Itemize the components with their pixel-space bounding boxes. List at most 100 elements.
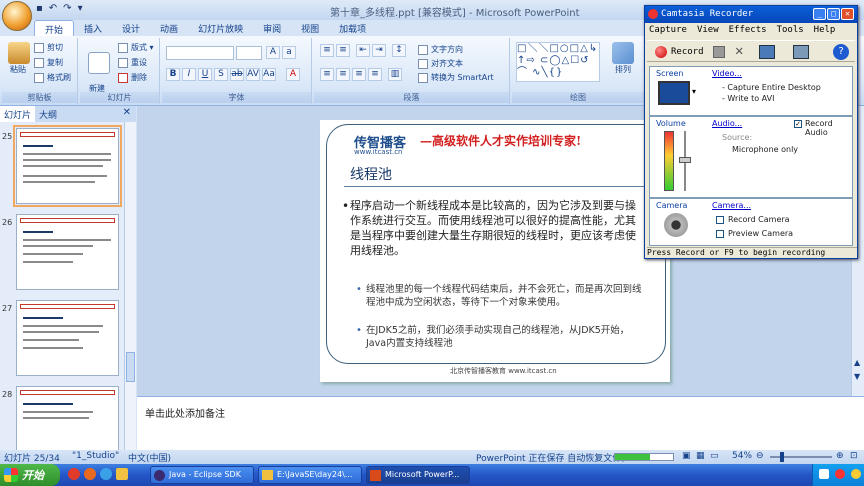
arrange-button[interactable]: 排列 xyxy=(612,42,634,75)
tray-icon[interactable] xyxy=(851,469,861,479)
tab-slideshow[interactable]: 幻灯片放映 xyxy=(188,20,253,36)
italic-button[interactable]: I xyxy=(182,68,196,81)
slideshow-view-icon[interactable]: ▭ xyxy=(710,451,719,461)
font-name-select[interactable] xyxy=(166,46,234,60)
delete-slide-button[interactable]: 删除 xyxy=(118,72,147,83)
screen-select-icon[interactable] xyxy=(759,45,775,59)
menu-capture[interactable]: Capture xyxy=(649,25,687,35)
tab-slides[interactable]: 幻灯片 xyxy=(0,106,36,122)
record-audio-checkbox[interactable]: ✓ xyxy=(794,120,802,128)
zoom-level[interactable]: 54% xyxy=(732,451,752,461)
taskbar-item-powerpoint[interactable]: Microsoft PowerP... xyxy=(366,466,470,484)
grow-font-button[interactable]: A xyxy=(266,46,280,59)
font-color-button[interactable]: A xyxy=(286,68,300,81)
record-camera-checkbox[interactable] xyxy=(716,216,724,224)
align-left-button[interactable]: ≡ xyxy=(320,68,334,81)
tab-design[interactable]: 设计 xyxy=(112,20,150,36)
help-icon[interactable]: ? xyxy=(833,44,849,60)
preview-camera-checkbox[interactable] xyxy=(716,230,724,238)
tab-review[interactable]: 审阅 xyxy=(253,20,291,36)
shadow-button[interactable]: S xyxy=(214,68,228,81)
quicklaunch-icon[interactable] xyxy=(84,468,96,480)
align-right-button[interactable]: ≡ xyxy=(352,68,366,81)
start-button[interactable]: 开始 xyxy=(0,464,60,486)
prev-slide-icon[interactable]: ▲ xyxy=(854,358,860,367)
menu-help[interactable]: Help xyxy=(814,25,836,35)
sub-bullet-text[interactable]: 在JDK5之前，我们必须手动实现自己的线程池，从JDK5开始，Java内置支持线… xyxy=(366,324,648,350)
camera-settings-link[interactable]: Camera... xyxy=(712,201,751,210)
qat-dropdown-icon[interactable]: ▾ xyxy=(78,3,83,17)
taskbar-item-explorer[interactable]: E:\JavaSE\day24\... xyxy=(258,466,362,484)
slide-thumbnail-26[interactable] xyxy=(16,214,119,290)
underline-button[interactable]: U xyxy=(198,68,212,81)
monitor-icon[interactable] xyxy=(658,81,690,105)
close-panel-icon[interactable]: ✕ xyxy=(123,107,131,118)
menu-effects[interactable]: Effects xyxy=(729,25,767,35)
video-settings-link[interactable]: Video... xyxy=(712,69,742,78)
tab-insert[interactable]: 插入 xyxy=(74,20,112,36)
tray-icon[interactable] xyxy=(819,469,829,479)
paste-button[interactable]: 粘贴 xyxy=(6,42,30,75)
increase-indent-button[interactable]: ⇥ xyxy=(372,44,386,57)
font-size-select[interactable] xyxy=(236,46,262,60)
record-icon[interactable] xyxy=(655,46,667,58)
tab-outline[interactable]: 大纲 xyxy=(35,106,61,122)
quicklaunch-icon[interactable] xyxy=(68,468,80,480)
sub-bullet-text[interactable]: 线程池里的每一个线程代码结束后，并不会死亡，而是再次回到线程池中成为空闲状态，等… xyxy=(366,283,648,309)
tab-view[interactable]: 视图 xyxy=(291,20,329,36)
shapes-gallery[interactable]: □＼＼□○□△↳ ↑⇨ ⊂◯△☐↺ ⌒ ∿╲{} xyxy=(516,42,600,82)
strikethrough-button[interactable]: ab xyxy=(230,68,244,81)
line-spacing-button[interactable]: ↕ xyxy=(392,44,406,57)
tab-animation[interactable]: 动画 xyxy=(150,20,188,36)
maximize-icon[interactable]: □ xyxy=(827,8,840,20)
quicklaunch-icon[interactable] xyxy=(116,468,128,480)
next-slide-icon[interactable]: ▼ xyxy=(854,372,860,381)
close-icon[interactable]: ✕ xyxy=(841,8,854,20)
record-button[interactable]: Record xyxy=(671,47,704,57)
tray-icon[interactable] xyxy=(835,469,845,479)
audio-settings-link[interactable]: Audio... xyxy=(712,119,742,128)
menu-tools[interactable]: Tools xyxy=(777,25,804,35)
justify-button[interactable]: ≡ xyxy=(368,68,382,81)
new-slide-button[interactable]: 新建 幻灯片 xyxy=(84,42,110,114)
reset-button[interactable]: 重设 xyxy=(118,57,147,68)
stop-icon[interactable] xyxy=(713,46,725,58)
format-painter-button[interactable]: 格式刷 xyxy=(34,72,71,83)
cut-button[interactable]: 剪切 xyxy=(34,42,63,53)
undo-icon[interactable]: ↶ xyxy=(49,3,57,17)
bullets-button[interactable]: ≡ xyxy=(320,44,334,57)
bold-button[interactable]: B xyxy=(166,68,180,81)
tab-home[interactable]: 开始 xyxy=(34,20,75,36)
columns-button[interactable]: ▥ xyxy=(388,68,402,81)
minimize-icon[interactable]: _ xyxy=(813,8,826,20)
zoom-slider-thumb[interactable] xyxy=(780,452,784,462)
numbering-button[interactable]: ≡ xyxy=(336,44,350,57)
copy-button[interactable]: 复制 xyxy=(34,57,63,68)
save-icon[interactable]: ▪ xyxy=(36,3,43,17)
zoom-in-icon[interactable]: ⊕ xyxy=(836,451,844,461)
taskbar-item-eclipse[interactable]: Java - Eclipse SDK xyxy=(150,466,254,484)
smartart-button[interactable]: 转换为 SmartArt xyxy=(418,72,494,83)
effects-icon[interactable] xyxy=(793,45,809,59)
sorter-view-icon[interactable]: ▦ xyxy=(696,451,705,461)
shrink-font-button[interactable]: a xyxy=(282,46,296,59)
zoom-slider[interactable] xyxy=(770,452,832,462)
slide-thumbnail-27[interactable] xyxy=(16,300,119,376)
normal-view-icon[interactable]: ▣ xyxy=(682,451,691,461)
case-button[interactable]: Aa xyxy=(262,68,276,81)
webcam-icon[interactable] xyxy=(664,213,688,237)
text-direction-button[interactable]: 文字方向 xyxy=(418,44,463,55)
delete-recording-icon[interactable]: ✕ xyxy=(735,43,743,59)
zoom-out-icon[interactable]: ⊖ xyxy=(756,451,764,461)
align-text-button[interactable]: 对齐文本 xyxy=(418,58,463,69)
layout-button[interactable]: 版式 ▾ xyxy=(118,42,154,53)
bullet-text[interactable]: 程序启动一个新线程成本是比较高的，因为它涉及到要与操作系统进行交互。而使用线程池… xyxy=(350,198,642,258)
spacing-button[interactable]: AV xyxy=(246,68,260,81)
notes-pane[interactable]: 单击此处添加备注 xyxy=(137,396,864,450)
scrollbar-thumb[interactable] xyxy=(126,352,135,382)
menu-view[interactable]: View xyxy=(697,25,719,35)
office-button[interactable] xyxy=(2,1,32,31)
quicklaunch-icon[interactable] xyxy=(100,468,112,480)
tab-addins[interactable]: 加载项 xyxy=(329,20,376,36)
slide-title[interactable]: 线程池 xyxy=(350,164,392,184)
